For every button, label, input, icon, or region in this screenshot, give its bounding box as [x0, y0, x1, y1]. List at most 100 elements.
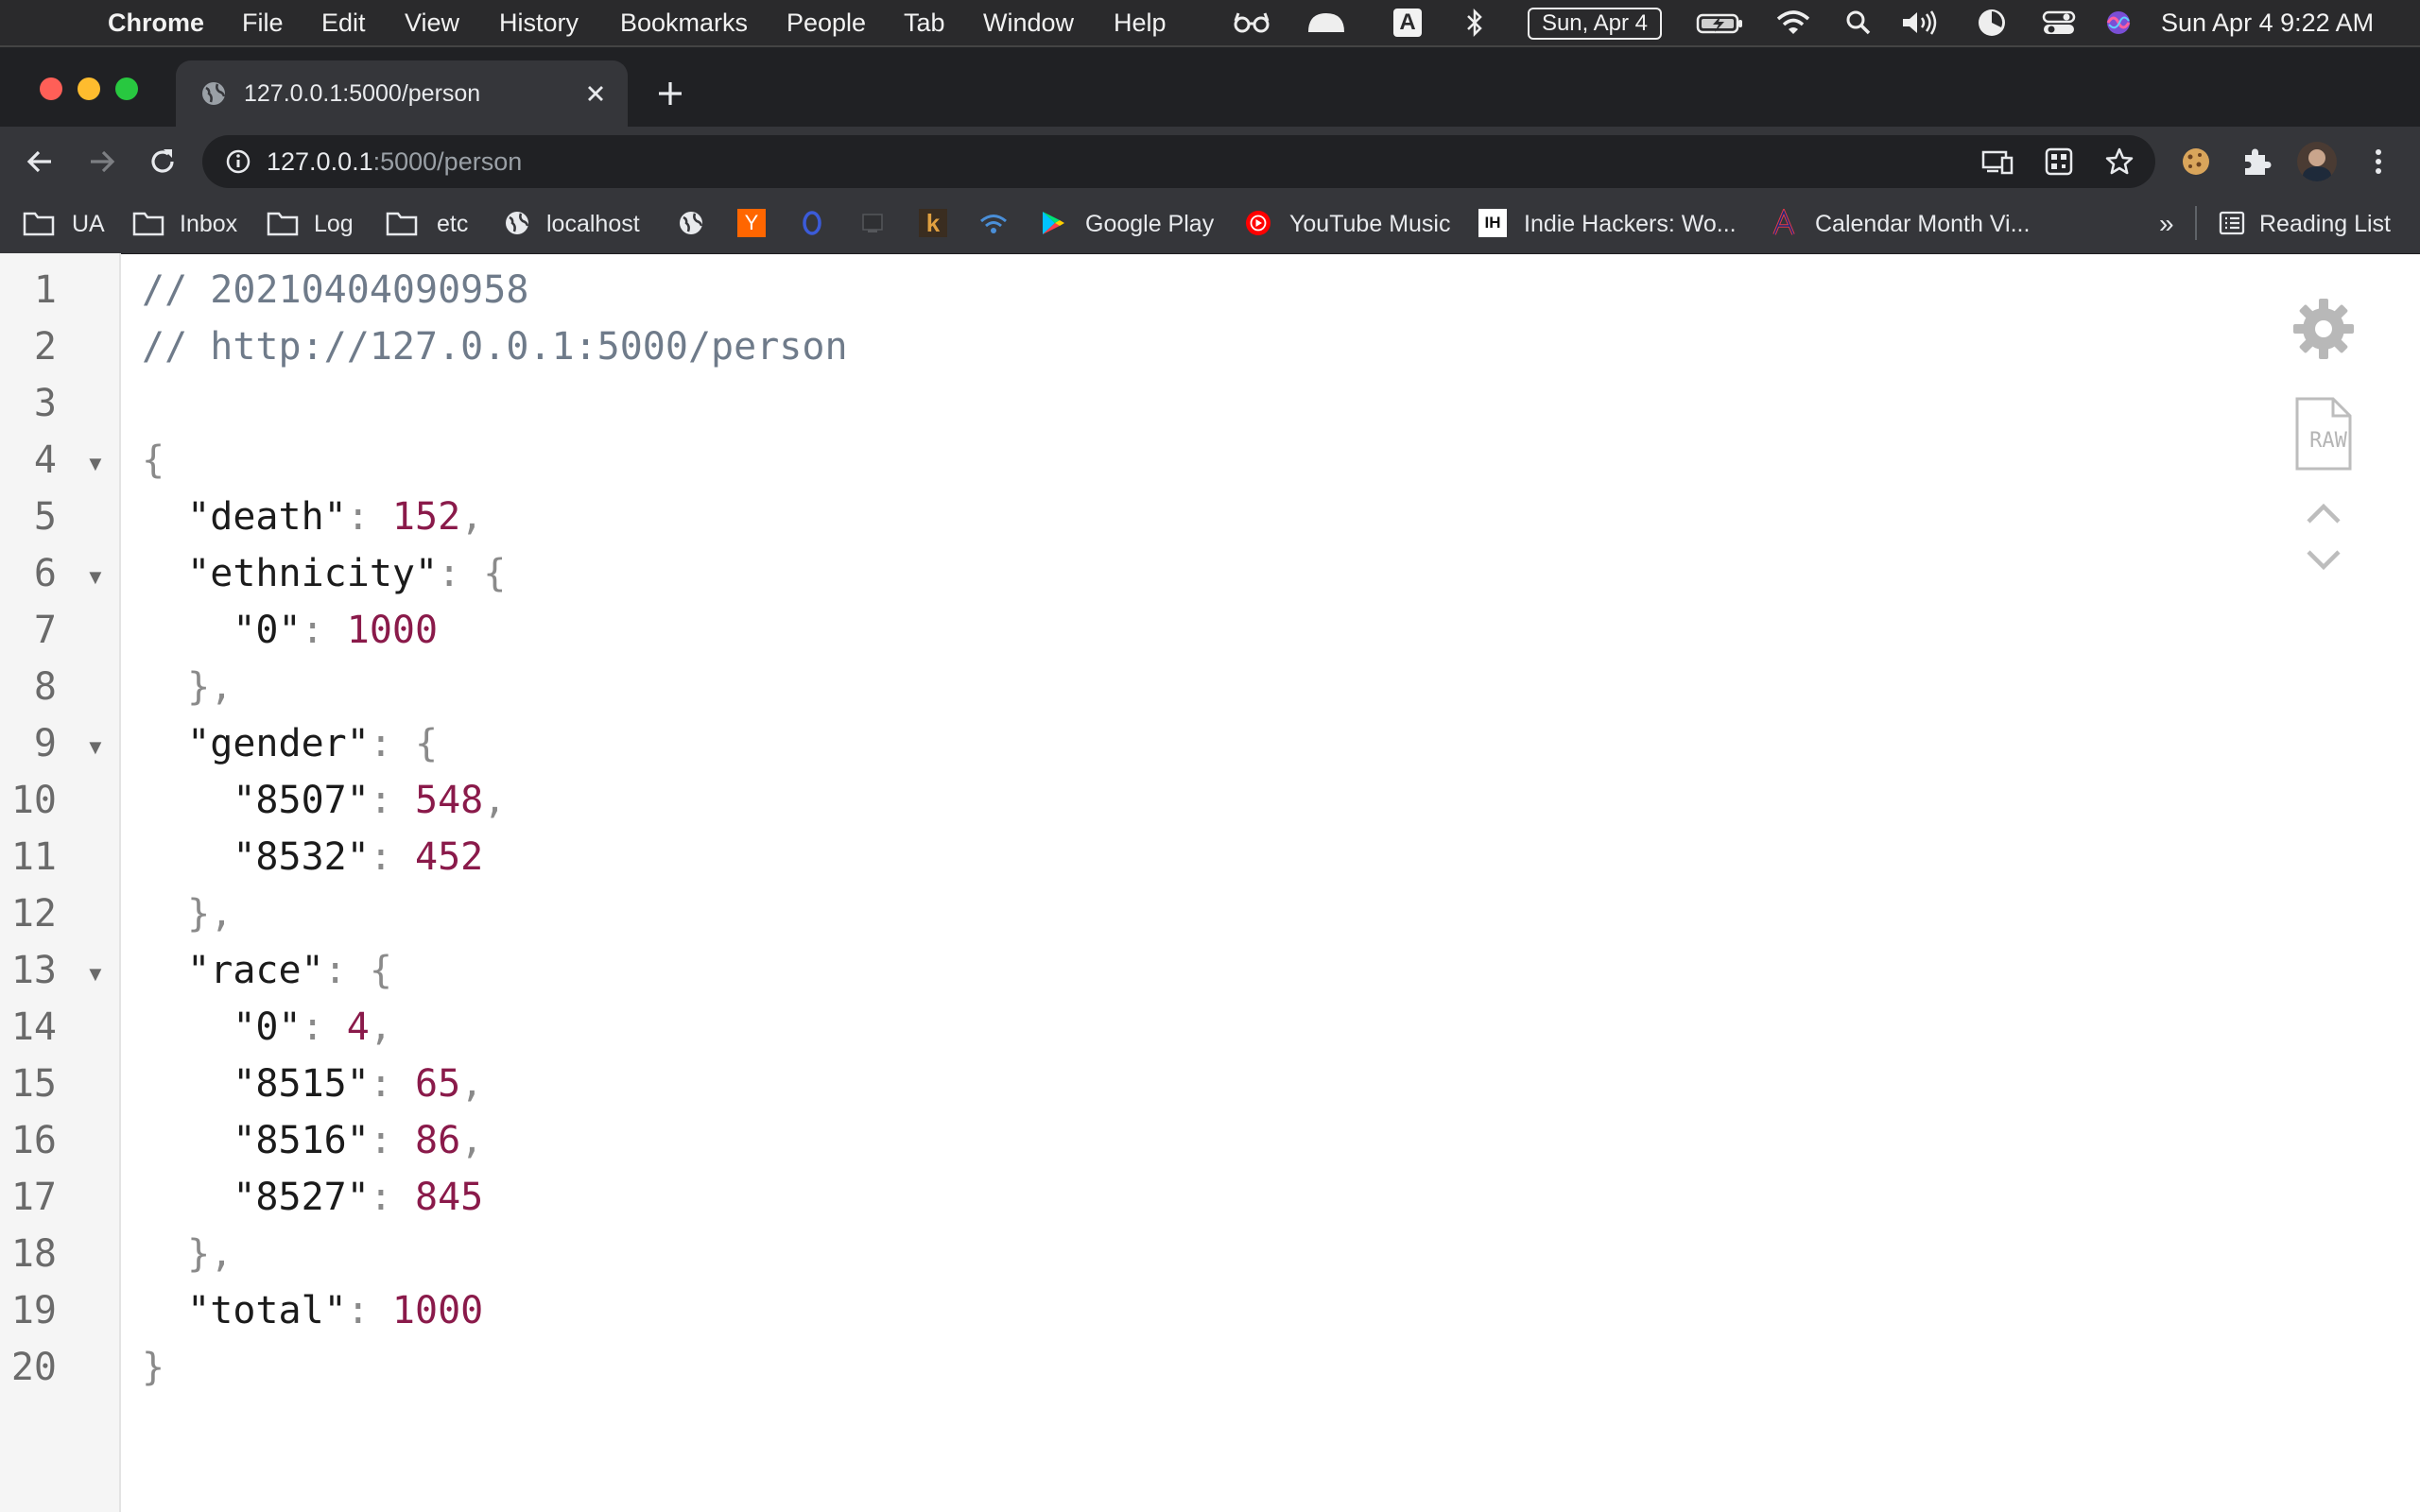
line-number: 14: [10, 1005, 57, 1049]
bookmark-etc[interactable]: etc: [437, 195, 468, 253]
spotlight-search-icon[interactable]: [1843, 8, 1874, 38]
menu-bookmarks[interactable]: Bookmarks: [620, 0, 748, 45]
bookmark-indie-hackers[interactable]: Indie Hackers: Wo...: [1524, 195, 1737, 253]
bookmark-star-icon[interactable]: [2104, 146, 2135, 177]
json-value: 86: [415, 1119, 461, 1162]
json-key: "8532": [233, 835, 370, 879]
globe-icon[interactable]: [677, 209, 705, 237]
line-number: 4: [33, 438, 57, 482]
timestamp-comment: // 20210404090958: [142, 268, 529, 312]
cookie-extension-icon[interactable]: [2180, 146, 2212, 178]
line-number: 18: [10, 1232, 57, 1276]
avatar-face: [2308, 149, 2325, 166]
menu-view[interactable]: View: [405, 0, 459, 45]
tab-active[interactable]: 127.0.0.1:5000/person: [176, 60, 628, 127]
hacker-news-icon[interactable]: Y: [737, 209, 766, 237]
bluetooth-icon[interactable]: [1463, 8, 1486, 38]
volume-icon[interactable]: [1900, 8, 1940, 38]
bookmark-log[interactable]: Log: [314, 195, 354, 253]
line-number: 8: [33, 665, 57, 709]
bookmark-youtube-music[interactable]: YouTube Music: [1289, 195, 1450, 253]
reading-list-button[interactable]: Reading List: [2259, 195, 2391, 253]
wireless-icon[interactable]: [977, 209, 1010, 237]
raw-view-label: RAW: [2309, 429, 2347, 453]
json-value: 4: [346, 1005, 370, 1049]
qr-code-icon[interactable]: [2044, 146, 2074, 177]
json-value: 845: [415, 1176, 484, 1219]
fold-toggle-icon[interactable]: ▼: [85, 962, 106, 987]
bookmark-google-play[interactable]: Google Play: [1085, 195, 1214, 253]
menu-edit[interactable]: Edit: [321, 0, 366, 45]
chrome-menu-kebab-icon[interactable]: [2365, 146, 2392, 177]
menu-file[interactable]: File: [242, 0, 284, 45]
screen-time-icon[interactable]: [1976, 8, 2008, 38]
reader-glasses-icon[interactable]: [1231, 8, 1272, 38]
json-line-ethnicity: "ethnicity": {: [187, 552, 507, 595]
json-line-race-8516: "8516": 86,: [233, 1119, 484, 1162]
menu-window[interactable]: Window: [983, 0, 1074, 45]
avatar-body: [2303, 166, 2331, 181]
cloud-status-icon[interactable]: [1305, 8, 1348, 38]
bookmark-inbox[interactable]: Inbox: [180, 195, 237, 253]
window-close-button[interactable]: [40, 77, 62, 100]
siri-icon[interactable]: [2104, 8, 2133, 38]
wifi-icon[interactable]: [1775, 8, 1811, 38]
reading-list-icon: [2219, 211, 2245, 235]
extensions-puzzle-icon[interactable]: [2240, 146, 2273, 178]
line-number: 12: [10, 892, 57, 936]
line-number: 19: [10, 1289, 57, 1332]
date-badge[interactable]: Sun, Apr 4: [1528, 8, 1662, 40]
back-icon[interactable]: [25, 146, 55, 177]
fold-toggle-icon[interactable]: ▼: [85, 735, 106, 760]
window-zoom-button[interactable]: [115, 77, 138, 100]
menu-tab[interactable]: Tab: [904, 0, 945, 45]
menu-people[interactable]: People: [786, 0, 866, 45]
input-source-badge[interactable]: A: [1393, 9, 1422, 37]
site-info-icon[interactable]: [225, 148, 251, 175]
json-line-race-0: "0": 4,: [233, 1005, 392, 1049]
address-url[interactable]: 127.0.0.1:5000/person: [267, 135, 522, 188]
line-number: 13: [10, 949, 57, 992]
json-close-brace: }: [142, 1346, 165, 1389]
json-value: 152: [391, 495, 461, 539]
menu-history[interactable]: History: [499, 0, 579, 45]
menu-help[interactable]: Help: [1114, 0, 1167, 45]
bookmarks-divider: [2195, 206, 2197, 240]
json-value: 1000: [391, 1289, 484, 1332]
blue-ring-icon[interactable]: [798, 209, 826, 237]
line-number: 6: [33, 552, 57, 595]
bookmark-localhost[interactable]: localhost: [546, 195, 640, 253]
battery-charging-icon[interactable]: [1696, 8, 1745, 38]
forward-icon[interactable]: [87, 146, 117, 177]
line-number: 3: [33, 382, 57, 425]
bookmark-ua[interactable]: UA: [72, 195, 105, 253]
collapse-all-chevron-down-icon[interactable]: [2305, 548, 2342, 573]
folder-icon: [386, 212, 418, 236]
dark-app-icon[interactable]: [858, 209, 887, 237]
menu-app-name[interactable]: Chrome: [108, 0, 204, 45]
control-center-icon[interactable]: [2042, 8, 2076, 38]
json-value: 65: [415, 1062, 461, 1106]
json-close-brace: },: [187, 1232, 233, 1276]
fold-toggle-icon[interactable]: ▼: [85, 565, 106, 590]
bookmark-calendar-month[interactable]: Calendar Month Vi...: [1815, 195, 2030, 253]
address-bar[interactable]: 127.0.0.1:5000/person: [202, 135, 2155, 188]
cast-device-icon[interactable]: [1981, 148, 2014, 175]
menu-clock[interactable]: Sun Apr 4 9:22 AM: [2161, 0, 2374, 45]
json-line-race-8515: "8515": 65,: [233, 1062, 484, 1106]
youtube-music-icon: [1246, 211, 1270, 235]
close-tab-icon[interactable]: [586, 84, 605, 103]
new-tab-icon[interactable]: [656, 79, 684, 108]
line-number: 9: [33, 722, 57, 765]
viewer-settings-gear-icon[interactable]: [2290, 295, 2358, 363]
line-number: 11: [10, 835, 57, 879]
fold-toggle-icon[interactable]: ▼: [85, 452, 106, 476]
folder-icon: [132, 212, 164, 236]
expand-all-chevron-up-icon[interactable]: [2305, 501, 2342, 525]
reload-icon[interactable]: [147, 146, 178, 177]
arizona-a-icon: [1772, 209, 1795, 235]
profile-avatar[interactable]: [2297, 142, 2337, 181]
window-minimize-button[interactable]: [78, 77, 100, 100]
bookmarks-overflow-button[interactable]: »: [2159, 195, 2174, 253]
k-app-icon[interactable]: k: [919, 209, 947, 237]
